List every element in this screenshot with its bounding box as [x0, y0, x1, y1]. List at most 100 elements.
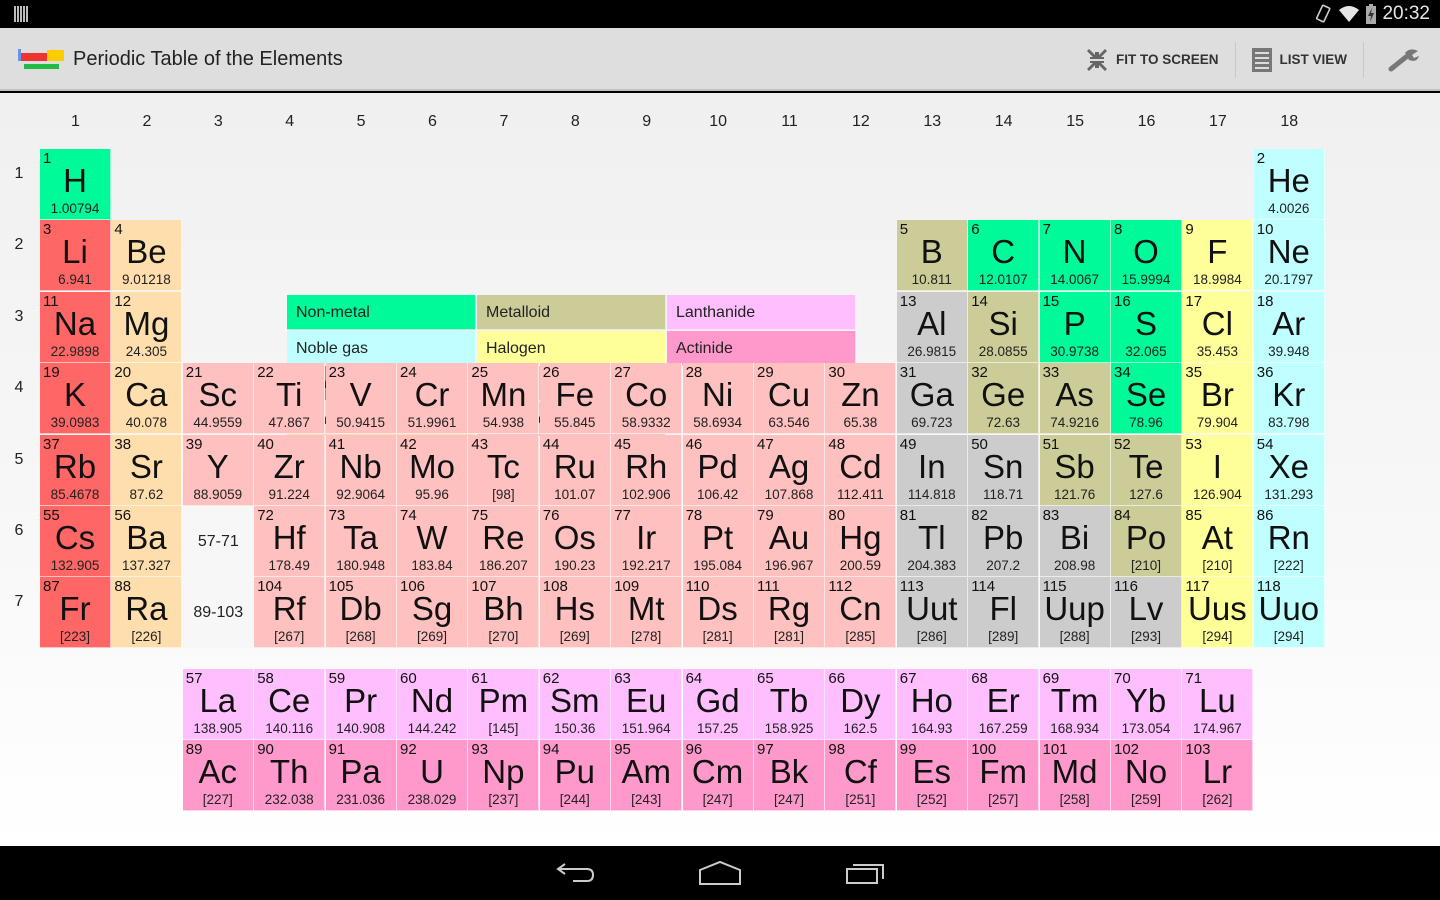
element-cell-ru[interactable]: 44 Ru 101.07	[539, 434, 611, 506]
element-cell-rh[interactable]: 45 Rh 102.906	[611, 434, 683, 506]
element-cell-h[interactable]: 1 H 1.00794	[40, 149, 111, 220]
element-cell-he[interactable]: 2 He 4.0026	[1253, 149, 1325, 220]
element-cell-ce[interactable]: 58 Ce 140.116	[254, 669, 326, 740]
element-cell-pd[interactable]: 46 Pd 106.42	[682, 434, 754, 506]
element-cell-uup[interactable]: 115 Uup [288]	[1039, 577, 1111, 649]
home-icon[interactable]	[698, 860, 742, 886]
element-cell-er[interactable]: 68 Er 167.259	[968, 669, 1040, 740]
element-cell-pb[interactable]: 82 Pb 207.2	[968, 506, 1040, 577]
element-cell-po[interactable]: 84 Po [210]	[1111, 506, 1182, 577]
element-cell-db[interactable]: 105 Db [268]	[325, 577, 397, 649]
element-cell-uuo[interactable]: 118 Uuo [294]	[1253, 577, 1325, 649]
element-cell-ac[interactable]: 89 Ac [227]	[182, 740, 254, 812]
element-cell-rf[interactable]: 104 Rf [267]	[254, 577, 326, 649]
element-cell-sn[interactable]: 50 Sn 118.71	[968, 434, 1040, 506]
element-cell-os[interactable]: 76 Os 190.23	[539, 506, 611, 577]
element-cell-pa[interactable]: 91 Pa 231.036	[325, 740, 397, 812]
element-cell-md[interactable]: 101 Md [258]	[1039, 740, 1111, 812]
element-cell-cs[interactable]: 55 Cs 132.905	[40, 506, 111, 577]
element-cell-co[interactable]: 27 Co 58.9332	[611, 363, 683, 435]
element-cell-rg[interactable]: 111 Rg [281]	[754, 577, 825, 649]
element-cell-tm[interactable]: 69 Tm 168.934	[1039, 669, 1111, 740]
element-cell-cu[interactable]: 29 Cu 63.546	[754, 363, 825, 435]
element-cell-in[interactable]: 49 In 114.818	[896, 434, 968, 506]
element-cell-ni[interactable]: 28 Ni 58.6934	[682, 363, 754, 435]
element-cell-si[interactable]: 14 Si 28.0855	[968, 291, 1040, 363]
element-cell-u[interactable]: 92 U 238.029	[397, 740, 468, 812]
recent-apps-icon[interactable]	[844, 860, 886, 886]
element-cell-sm[interactable]: 62 Sm 150.36	[539, 669, 611, 740]
element-cell-re[interactable]: 75 Re 186.207	[468, 506, 540, 577]
element-cell-fr[interactable]: 87 Fr [223]	[40, 577, 111, 649]
element-cell-lv[interactable]: 116 Lv [293]	[1111, 577, 1182, 649]
element-cell-n[interactable]: 7 N 14.0067	[1039, 220, 1111, 292]
element-cell-li[interactable]: 3 Li 6.941	[40, 220, 111, 292]
element-cell-mo[interactable]: 42 Mo 95.96	[397, 434, 468, 506]
element-cell-sr[interactable]: 38 Sr 87.62	[111, 434, 183, 506]
element-cell-es[interactable]: 99 Es [252]	[896, 740, 968, 812]
element-cell-sg[interactable]: 106 Sg [269]	[397, 577, 468, 649]
element-cell-zr[interactable]: 40 Zr 91.224	[254, 434, 326, 506]
element-cell-uut[interactable]: 113 Uut [286]	[896, 577, 968, 649]
element-cell-br[interactable]: 35 Br 79.904	[1182, 363, 1254, 435]
element-cell-ge[interactable]: 32 Ge 72.63	[968, 363, 1040, 435]
element-cell-tc[interactable]: 43 Tc [98]	[468, 434, 540, 506]
element-cell-ba[interactable]: 56 Ba 137.327	[111, 506, 183, 577]
element-cell-as[interactable]: 33 As 74.9216	[1039, 363, 1111, 435]
element-cell-pu[interactable]: 94 Pu [244]	[539, 740, 611, 812]
element-cell-mg[interactable]: 12 Mg 24.305	[111, 291, 183, 363]
element-cell-be[interactable]: 4 Be 9.01218	[111, 220, 183, 292]
element-cell-b[interactable]: 5 B 10.811	[896, 220, 968, 292]
series-placeholder[interactable]: 57-71	[182, 506, 254, 577]
element-cell-k[interactable]: 19 K 39.0983	[40, 363, 111, 435]
element-cell-y[interactable]: 39 Y 88.9059	[182, 434, 254, 506]
element-cell-ar[interactable]: 18 Ar 39.948	[1253, 291, 1325, 363]
element-cell-cd[interactable]: 48 Cd 112.411	[825, 434, 897, 506]
element-cell-cr[interactable]: 24 Cr 51.9961	[397, 363, 468, 435]
element-cell-hf[interactable]: 72 Hf 178.49	[254, 506, 326, 577]
element-cell-pr[interactable]: 59 Pr 140.908	[325, 669, 397, 740]
element-cell-se[interactable]: 34 Se 78.96	[1111, 363, 1182, 435]
element-cell-am[interactable]: 95 Am [243]	[611, 740, 683, 812]
element-cell-lr[interactable]: 103 Lr [262]	[1182, 740, 1254, 812]
element-cell-au[interactable]: 79 Au 196.967	[754, 506, 825, 577]
element-cell-ta[interactable]: 73 Ta 180.948	[325, 506, 397, 577]
element-cell-no[interactable]: 102 No [259]	[1111, 740, 1182, 812]
element-cell-lu[interactable]: 71 Lu 174.967	[1182, 669, 1254, 740]
element-cell-na[interactable]: 11 Na 22.9898	[40, 291, 111, 363]
element-cell-c[interactable]: 6 C 12.0107	[968, 220, 1040, 292]
element-cell-yb[interactable]: 70 Yb 173.054	[1111, 669, 1182, 740]
element-cell-cl[interactable]: 17 Cl 35.453	[1182, 291, 1254, 363]
element-cell-ag[interactable]: 47 Ag 107.868	[754, 434, 825, 506]
element-cell-sc[interactable]: 21 Sc 44.9559	[182, 363, 254, 435]
element-cell-fe[interactable]: 26 Fe 55.845	[539, 363, 611, 435]
element-cell-tl[interactable]: 81 Tl 204.383	[896, 506, 968, 577]
element-cell-ra[interactable]: 88 Ra [226]	[111, 577, 183, 649]
fit-to-screen-button[interactable]: FIT TO SCREEN	[1070, 40, 1235, 80]
list-view-button[interactable]: LIST VIEW	[1236, 40, 1364, 80]
element-cell-hg[interactable]: 80 Hg 200.59	[825, 506, 897, 577]
element-cell-dy[interactable]: 66 Dy 162.5	[825, 669, 897, 740]
element-cell-eu[interactable]: 63 Eu 151.964	[611, 669, 683, 740]
element-cell-p[interactable]: 15 P 30.9738	[1039, 291, 1111, 363]
element-cell-tb[interactable]: 65 Tb 158.925	[754, 669, 825, 740]
element-cell-ti[interactable]: 22 Ti 47.867	[254, 363, 326, 435]
element-cell-sb[interactable]: 51 Sb 121.76	[1039, 434, 1111, 506]
element-cell-i[interactable]: 53 I 126.904	[1182, 434, 1254, 506]
back-icon[interactable]	[555, 860, 597, 886]
element-cell-kr[interactable]: 36 Kr 83.798	[1253, 363, 1325, 435]
element-cell-v[interactable]: 23 V 50.9415	[325, 363, 397, 435]
element-cell-al[interactable]: 13 Al 26.9815	[896, 291, 968, 363]
element-cell-rb[interactable]: 37 Rb 85.4678	[40, 434, 111, 506]
element-cell-ho[interactable]: 67 Ho 164.93	[896, 669, 968, 740]
element-cell-uus[interactable]: 117 Uus [294]	[1182, 577, 1254, 649]
element-cell-te[interactable]: 52 Te 127.6	[1111, 434, 1182, 506]
element-cell-fl[interactable]: 114 Fl [289]	[968, 577, 1040, 649]
element-cell-zn[interactable]: 30 Zn 65.38	[825, 363, 897, 435]
element-cell-ga[interactable]: 31 Ga 69.723	[896, 363, 968, 435]
element-cell-w[interactable]: 74 W 183.84	[397, 506, 468, 577]
element-cell-fm[interactable]: 100 Fm [257]	[968, 740, 1040, 812]
settings-button[interactable]	[1364, 40, 1440, 80]
element-cell-at[interactable]: 85 At [210]	[1182, 506, 1254, 577]
element-cell-pt[interactable]: 78 Pt 195.084	[682, 506, 754, 577]
